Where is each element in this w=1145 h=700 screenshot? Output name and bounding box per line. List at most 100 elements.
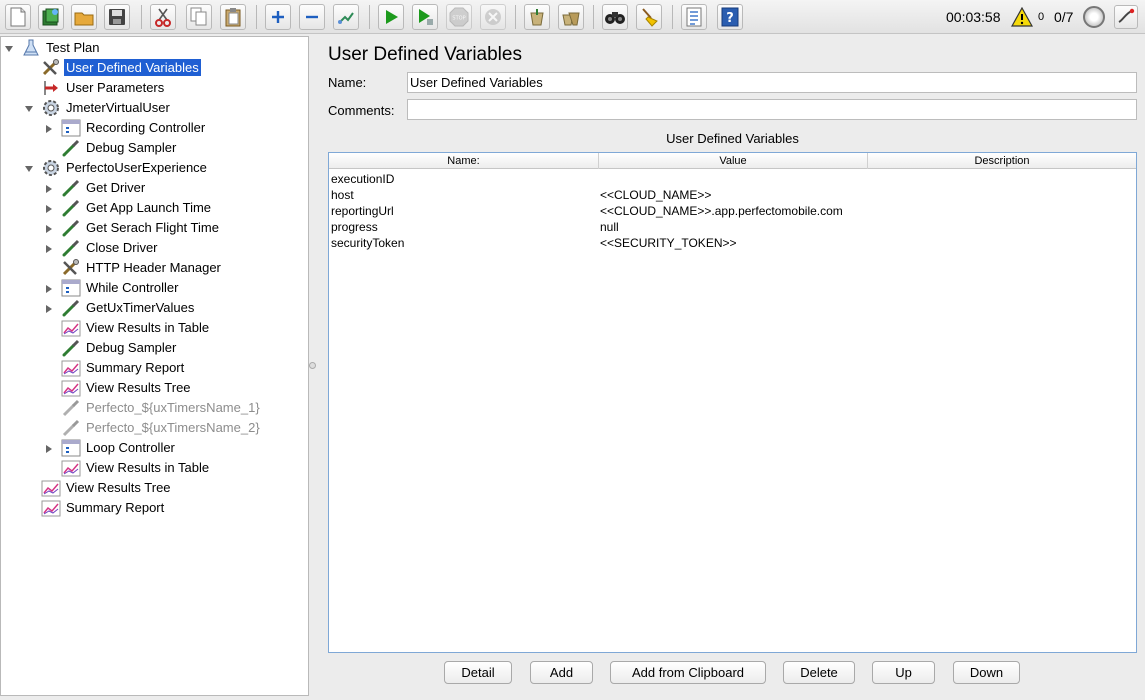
table-cell-value[interactable]: <<CLOUD_NAME>>.app.perfectomobile.com: [600, 203, 843, 219]
sampler-pipette-icon: [61, 339, 81, 357]
tree-item[interactable]: HTTP Header Manager: [61, 258, 223, 277]
collapsed-toggle-icon[interactable]: [44, 302, 54, 313]
new-icon[interactable]: [5, 4, 31, 30]
tree-item[interactable]: View Results in Table: [61, 318, 211, 337]
tree-item[interactable]: Summary Report: [61, 358, 186, 377]
copy-icon[interactable]: [186, 4, 212, 30]
table-cell-name[interactable]: host: [331, 187, 354, 203]
tree-item-label: User Defined Variables: [64, 59, 201, 76]
tree-item[interactable]: While Controller: [46, 278, 180, 297]
listener-graph-icon: [61, 459, 81, 477]
tree-item[interactable]: View Results Tree: [41, 478, 173, 497]
tree-item[interactable]: Test Plan: [5, 38, 101, 57]
collapsed-toggle-icon[interactable]: [44, 222, 54, 233]
sampler-pipette-icon: [61, 239, 81, 257]
help-icon[interactable]: ?: [717, 4, 743, 30]
listener-graph-icon: [61, 379, 81, 397]
tree-item[interactable]: Perfecto_${uxTimersName_1}: [61, 398, 262, 417]
column-header-name[interactable]: Name:: [329, 153, 599, 169]
collapsed-toggle-icon[interactable]: [44, 282, 54, 293]
collapsed-toggle-icon[interactable]: [44, 242, 54, 253]
comments-field[interactable]: [407, 99, 1137, 120]
page-title: User Defined Variables: [328, 44, 522, 65]
start-no-pauses-icon[interactable]: [412, 4, 438, 30]
table-cell-name[interactable]: progress: [331, 219, 378, 235]
expanded-toggle-icon[interactable]: [4, 42, 14, 52]
remote-engine-icon[interactable]: [1083, 6, 1105, 28]
table-cell-value[interactable]: <<SECURITY_TOKEN>>: [600, 235, 737, 251]
delete-button[interactable]: Delete: [783, 661, 855, 684]
add-button[interactable]: Add: [530, 661, 593, 684]
tree-item[interactable]: GetUxTimerValues: [46, 298, 196, 317]
config-wrench-icon: [41, 58, 61, 77]
tree-item[interactable]: Debug Sampler: [61, 138, 178, 157]
table-cell-value[interactable]: null: [600, 219, 619, 235]
down-button[interactable]: Down: [953, 661, 1020, 684]
tree-item-label: Recording Controller: [86, 120, 206, 135]
tree-item[interactable]: View Results Tree: [61, 378, 193, 397]
tree-item[interactable]: JmeterVirtualUser: [25, 98, 172, 117]
expanded-toggle-icon[interactable]: [24, 162, 34, 172]
clear-icon[interactable]: [524, 4, 550, 30]
controller-icon: [61, 119, 81, 137]
paste-icon[interactable]: [220, 4, 246, 30]
controller-icon: [61, 439, 81, 457]
clear-all-icon[interactable]: [558, 4, 584, 30]
function-helper-icon[interactable]: [681, 4, 707, 30]
table-cell-name[interactable]: reportingUrl: [331, 203, 394, 219]
tree-item[interactable]: Recording Controller: [46, 118, 207, 137]
tree-item[interactable]: Debug Sampler: [61, 338, 178, 357]
start-icon[interactable]: [378, 4, 404, 30]
elapsed-time: 00:03:58: [946, 9, 1001, 25]
tree-item-label: Close Driver: [86, 240, 158, 255]
variables-table[interactable]: Name: Value Description executionID host <…: [328, 152, 1137, 653]
collapsed-toggle-icon[interactable]: [44, 202, 54, 213]
tree-item[interactable]: Summary Report: [41, 498, 166, 517]
svg-text:STOP: STOP: [452, 16, 465, 22]
table-cell-name[interactable]: securityToken: [331, 235, 404, 251]
collapsed-toggle-icon[interactable]: [44, 182, 54, 193]
comments-label: Comments:: [328, 103, 395, 118]
active-threads: 0/7: [1054, 9, 1074, 25]
splitter-handle[interactable]: [309, 362, 316, 369]
tree-item[interactable]: Perfecto_${uxTimersName_2}: [61, 418, 262, 437]
templates-icon[interactable]: [38, 4, 64, 30]
column-header-description[interactable]: Description: [868, 153, 1136, 169]
collapsed-toggle-icon[interactable]: [44, 442, 54, 453]
tree-item[interactable]: User Defined Variables: [41, 58, 201, 77]
search-icon[interactable]: [602, 4, 628, 30]
add-from-clipboard-button[interactable]: Add from Clipboard: [610, 661, 766, 684]
tree-item[interactable]: PerfectoUserExperience: [25, 158, 209, 177]
tree-item[interactable]: Get Driver: [46, 178, 147, 197]
expand-icon[interactable]: [265, 4, 291, 30]
listener-graph-icon: [41, 479, 61, 497]
tree-item-label: Test Plan: [46, 40, 100, 55]
warning-icon[interactable]: [1010, 6, 1034, 30]
thread-group-gear-icon: [41, 159, 61, 177]
collapse-icon[interactable]: [299, 4, 325, 30]
shutdown-icon[interactable]: [480, 4, 506, 30]
toggle-icon[interactable]: [333, 4, 359, 30]
tree-item[interactable]: Get Serach Flight Time: [46, 218, 221, 237]
open-icon[interactable]: [71, 4, 97, 30]
sampler-pipette-icon: [61, 199, 81, 217]
up-button[interactable]: Up: [872, 661, 935, 684]
collapsed-toggle-icon[interactable]: [44, 122, 54, 133]
cut-icon[interactable]: [150, 4, 176, 30]
tree-item[interactable]: View Results in Table: [61, 458, 211, 477]
tree-item[interactable]: Get App Launch Time: [46, 198, 213, 217]
column-header-value[interactable]: Value: [599, 153, 868, 169]
expanded-toggle-icon[interactable]: [24, 102, 34, 112]
config-wrench-icon: [61, 258, 81, 277]
tree-item[interactable]: Loop Controller: [46, 438, 177, 457]
table-cell-name[interactable]: executionID: [331, 171, 394, 187]
tree-item[interactable]: Close Driver: [46, 238, 160, 257]
stop-icon[interactable]: STOP: [446, 4, 472, 30]
tree-item[interactable]: User Parameters: [41, 78, 166, 97]
save-icon[interactable]: [104, 4, 130, 30]
reset-search-icon[interactable]: [636, 4, 662, 30]
table-cell-value[interactable]: <<CLOUD_NAME>>: [600, 187, 711, 203]
tree-item-label: View Results Tree: [66, 480, 171, 495]
detail-button[interactable]: Detail: [444, 661, 512, 684]
name-field[interactable]: User Defined Variables: [407, 72, 1137, 93]
